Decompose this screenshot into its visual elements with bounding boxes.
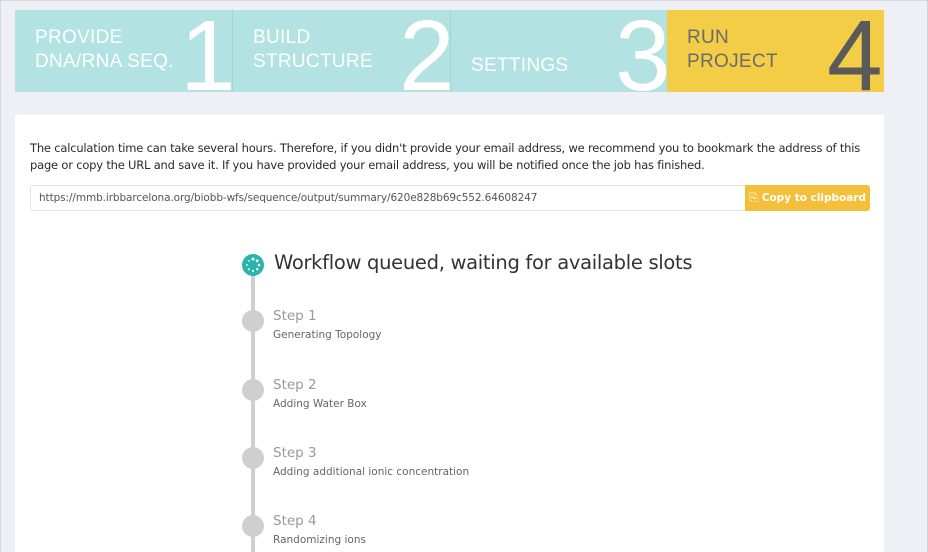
step-label-line2: PROJECT bbox=[687, 51, 778, 72]
copy-to-clipboard-button[interactable]: ⎘ Copy to clipboard bbox=[745, 185, 870, 211]
step-settings[interactable]: SETTINGS 3 bbox=[450, 10, 667, 92]
spinner-icon bbox=[242, 254, 264, 276]
step-label: SETTINGS bbox=[471, 55, 569, 76]
pending-dot-icon bbox=[242, 379, 264, 401]
step-number: 1 bbox=[180, 10, 232, 92]
bookmark-notice: The calculation time can take several ho… bbox=[30, 141, 861, 172]
workflow-timeline: Workflow queued, waiting for available s… bbox=[240, 250, 860, 552]
workflow-status: Workflow queued, waiting for available s… bbox=[274, 251, 693, 274]
step-run-project[interactable]: RUN PROJECT 4 bbox=[667, 10, 884, 92]
timeline-step-description: Randomizing ions bbox=[273, 534, 366, 546]
timeline-step-title: Step 3 bbox=[273, 445, 317, 461]
step-label: RUN PROJECT bbox=[687, 26, 778, 74]
pending-dot-icon bbox=[242, 447, 264, 469]
timeline-step: Step 3 Adding additional ionic concentra… bbox=[240, 445, 840, 485]
step-number: 3 bbox=[615, 10, 667, 92]
step-label-line1: BUILD bbox=[253, 27, 311, 48]
step-build-structure[interactable]: BUILD STRUCTURE 2 bbox=[232, 10, 450, 92]
step-label: PROVIDE DNA/RNA SEQ. bbox=[35, 26, 174, 74]
step-label-line1: RUN bbox=[687, 27, 730, 48]
step-label-line1: PROVIDE bbox=[35, 27, 123, 48]
timeline-step: Step 1 Generating Topology bbox=[240, 308, 840, 348]
timeline-step-title: Step 1 bbox=[273, 308, 317, 324]
url-box: ⎘ Copy to clipboard bbox=[30, 185, 870, 211]
timeline-step-title: Step 4 bbox=[273, 513, 317, 529]
timeline-step-description: Adding Water Box bbox=[273, 398, 367, 410]
wizard-stepper: PROVIDE DNA/RNA SEQ. 1 BUILD STRUCTURE 2… bbox=[15, 10, 884, 92]
step-label-line2: DNA/RNA SEQ. bbox=[35, 51, 174, 72]
timeline-step-description: Adding additional ionic concentration bbox=[273, 466, 470, 478]
pending-dot-icon bbox=[242, 310, 264, 332]
copy-button-label: Copy to clipboard bbox=[761, 192, 867, 204]
step-provide-seq[interactable]: PROVIDE DNA/RNA SEQ. 1 bbox=[15, 10, 232, 92]
timeline-step-description: Generating Topology bbox=[273, 329, 382, 341]
copy-icon: ⎘ bbox=[748, 191, 758, 204]
timeline-step-title: Step 2 bbox=[273, 377, 317, 393]
step-number: 2 bbox=[399, 10, 450, 92]
output-card: The calculation time can take several ho… bbox=[15, 115, 884, 552]
result-url-input[interactable] bbox=[31, 186, 745, 210]
timeline-step: Step 2 Adding Water Box bbox=[240, 377, 840, 417]
step-number: 4 bbox=[827, 10, 883, 92]
timeline-step: Step 4 Randomizing ions bbox=[240, 513, 840, 552]
pending-dot-icon bbox=[242, 515, 264, 537]
step-label-line2: STRUCTURE bbox=[253, 51, 373, 72]
step-label: BUILD STRUCTURE bbox=[253, 26, 373, 74]
